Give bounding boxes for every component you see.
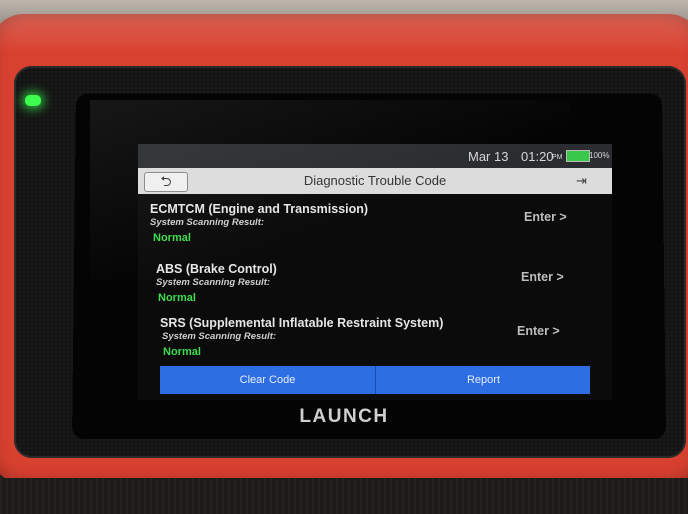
status-time: 01:20 xyxy=(521,149,554,164)
system-name: SRS (Supplemental Inflatable Restraint S… xyxy=(160,316,444,330)
device-photo: Mar 13 01:20 PM 100% ⮌ Diagnostic Troubl… xyxy=(0,0,688,514)
system-result-label: System Scanning Result: xyxy=(156,277,271,288)
status-date: Mar 13 xyxy=(468,149,509,164)
system-status: Normal xyxy=(158,292,196,304)
system-status: Normal xyxy=(153,232,191,244)
exit-icon: ⇥ xyxy=(576,173,587,188)
report-button[interactable]: Report xyxy=(376,374,591,386)
status-bar: Mar 13 01:20 PM 100% xyxy=(138,144,612,168)
system-item-ecmtcm: ECMTCM (Engine and Transmission) System … xyxy=(138,202,612,258)
system-result-label: System Scanning Result: xyxy=(150,217,265,228)
exit-button[interactable]: ⇥ xyxy=(576,173,594,188)
page-title: Diagnostic Trouble Code xyxy=(303,173,447,188)
system-item-abs: ABS (Brake Control) System Scanning Resu… xyxy=(138,262,612,318)
enter-button-ecmtcm[interactable]: Enter > xyxy=(524,210,567,224)
action-bar: Clear Code Report xyxy=(160,366,590,394)
system-item-srs: SRS (Supplemental Inflatable Restraint S… xyxy=(138,316,612,372)
power-led xyxy=(25,95,41,106)
title-bar: ⮌ Diagnostic Trouble Code ⇥ xyxy=(138,168,612,194)
battery-percent: 100% xyxy=(589,151,610,160)
work-mat xyxy=(0,478,688,514)
brand-logo: LAUNCH xyxy=(299,406,389,427)
device-screen: Mar 13 01:20 PM 100% ⮌ Diagnostic Troubl… xyxy=(138,144,612,400)
system-name: ECMTCM (Engine and Transmission) xyxy=(150,202,369,216)
enter-button-abs[interactable]: Enter > xyxy=(521,270,564,284)
system-name: ABS (Brake Control) xyxy=(156,262,277,276)
enter-button-srs[interactable]: Enter > xyxy=(517,324,560,338)
status-ampm: PM xyxy=(552,154,563,161)
system-result-label: System Scanning Result: xyxy=(162,331,277,342)
battery-icon xyxy=(566,150,590,162)
system-status: Normal xyxy=(163,346,201,358)
clear-code-button[interactable]: Clear Code xyxy=(160,374,375,386)
